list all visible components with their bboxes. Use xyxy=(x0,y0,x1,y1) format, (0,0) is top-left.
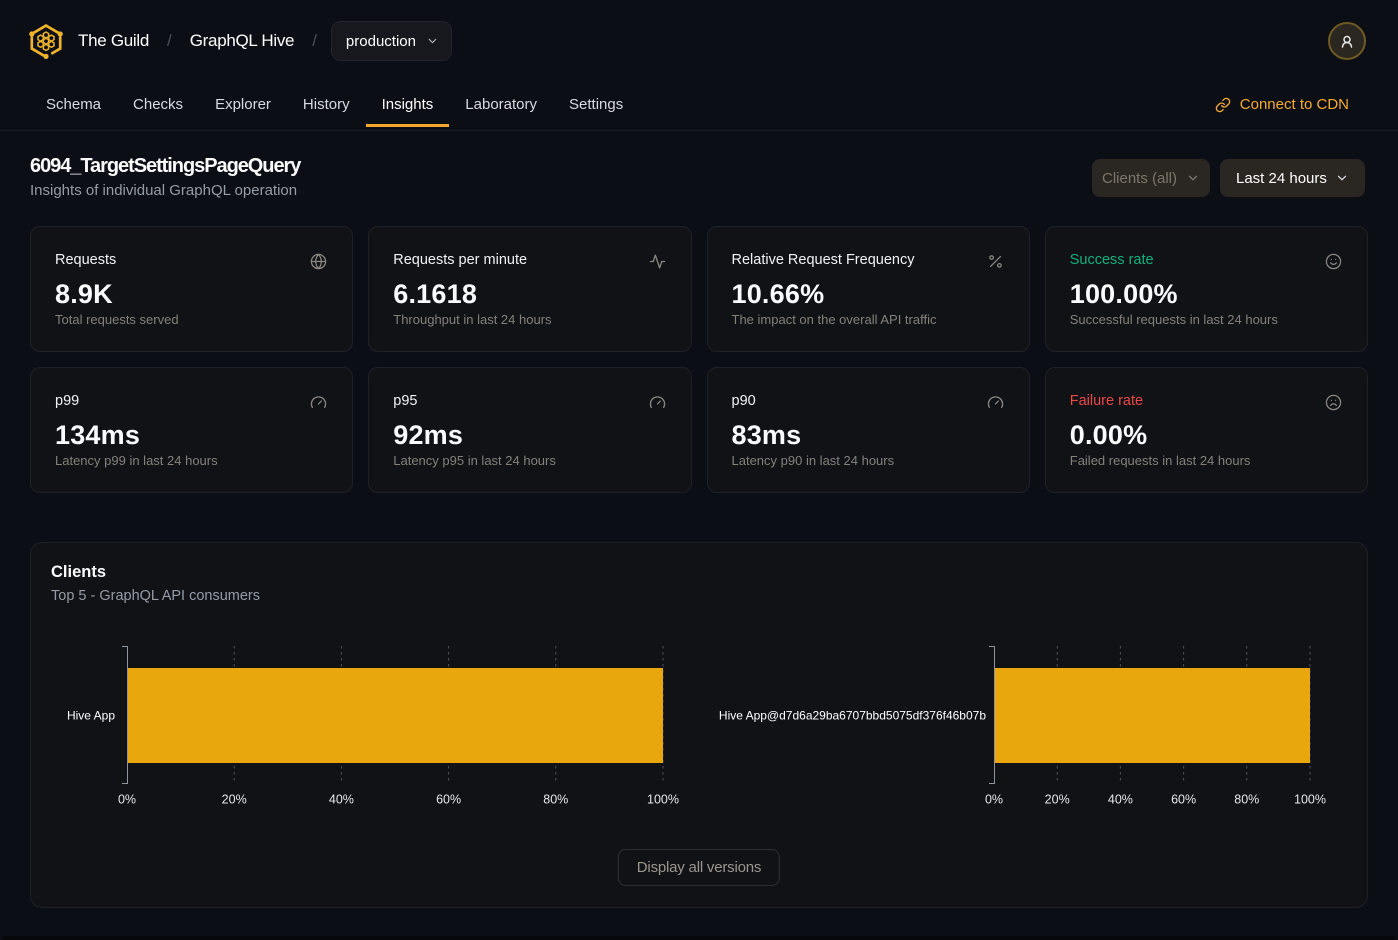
svg-text:40%: 40% xyxy=(1108,793,1133,807)
svg-text:0%: 0% xyxy=(118,793,136,807)
svg-text:60%: 60% xyxy=(436,793,461,807)
svg-text:60%: 60% xyxy=(1171,793,1196,807)
svg-text:100%: 100% xyxy=(647,793,679,807)
svg-text:100%: 100% xyxy=(1294,793,1326,807)
svg-text:20%: 20% xyxy=(222,793,247,807)
svg-text:80%: 80% xyxy=(543,793,568,807)
svg-text:80%: 80% xyxy=(1234,793,1259,807)
svg-text:20%: 20% xyxy=(1045,793,1070,807)
svg-text:40%: 40% xyxy=(329,793,354,807)
svg-text:Hive App@d7d6a29ba6707bbd5075d: Hive App@d7d6a29ba6707bbd5075df376f46b07… xyxy=(719,709,986,723)
svg-text:Hive App: Hive App xyxy=(67,709,115,723)
svg-text:0%: 0% xyxy=(985,793,1003,807)
